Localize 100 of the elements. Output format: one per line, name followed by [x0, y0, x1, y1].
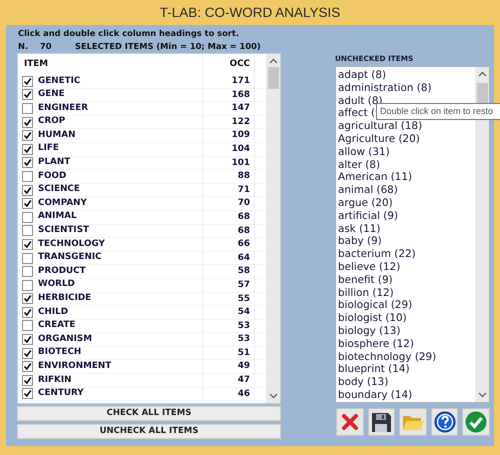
list-item[interactable]: baby (9)	[338, 235, 475, 248]
list-item[interactable]: artificial (9)	[338, 210, 475, 223]
table-cell: 47	[238, 375, 250, 386]
command-button[interactable]: UNCHECK ALL ITEMS	[17, 424, 281, 439]
table-cell-text: CHILD	[38, 306, 68, 319]
list-item[interactable]: alter (8)	[338, 158, 475, 172]
table-cell: 46	[238, 388, 250, 399]
table-cell-text: TRANSGENIC	[38, 251, 102, 264]
table-cell-text: GENETIC	[38, 74, 80, 88]
checkbox[interactable]	[22, 252, 33, 264]
table-cell: 71	[238, 184, 250, 195]
scroll-up-icon	[478, 71, 486, 77]
table-cell: 147	[232, 103, 250, 114]
scroll-down-icon	[268, 393, 278, 399]
list-item[interactable]: billion (12)	[338, 286, 475, 300]
delete-button[interactable]	[336, 408, 364, 436]
checkbox[interactable]	[22, 116, 33, 128]
table-cell: 68	[238, 226, 250, 236]
help-button[interactable]	[430, 408, 458, 436]
hint-text: Click and double click column headings to sort.	[17, 27, 240, 40]
table-cell: 49	[238, 361, 250, 372]
selected-items-caption: SELECTED ITEMS (Min = 10; Max = 100)	[75, 40, 261, 53]
table-cell: 104	[232, 144, 250, 154]
checkbox[interactable]	[22, 348, 33, 359]
save-button[interactable]	[368, 408, 396, 436]
scrollbar[interactable]	[266, 54, 280, 403]
list-item[interactable]: biological (29)	[338, 299, 475, 312]
list-item[interactable]: body (13)	[338, 376, 475, 389]
checkbox[interactable]	[22, 184, 33, 196]
list-item[interactable]: Agriculture (20)	[338, 132, 475, 146]
table-cell-text: SCIENCE	[38, 183, 80, 196]
checkbox[interactable]	[22, 157, 33, 168]
table-cell-text: ENGINEER	[38, 102, 88, 115]
checkbox[interactable]	[22, 170, 33, 182]
table-cell: 53	[238, 320, 250, 331]
list-item[interactable]: administration (8)	[338, 82, 475, 95]
table-cell-text: ENVIRONMENT	[38, 360, 112, 373]
table-cell: 58	[238, 266, 250, 276]
table-cell: 88	[238, 171, 250, 182]
list-item[interactable]: ask (11)	[338, 222, 475, 236]
table-cell: 53	[238, 334, 250, 344]
list-item[interactable]: adapt (8)	[338, 69, 475, 82]
scroll-thumb[interactable]	[476, 83, 488, 105]
checkbox[interactable]	[22, 102, 33, 114]
table-cell-text: WORLD	[38, 278, 75, 292]
help-icon	[434, 411, 456, 433]
checkbox[interactable]	[22, 388, 33, 400]
checkbox[interactable]	[22, 320, 33, 332]
table-cell: 171	[232, 76, 250, 86]
checkbox[interactable]	[22, 130, 33, 142]
list-item[interactable]: biologist (10)	[338, 312, 475, 325]
table-cell: 66	[238, 239, 250, 250]
column-header[interactable]: ITEM	[18, 54, 203, 75]
table-cell-text: PLANT	[38, 156, 70, 170]
checkbox[interactable]	[22, 266, 33, 278]
table-cell: 55	[238, 294, 250, 304]
list-item[interactable]: American (11)	[338, 171, 475, 184]
list-item[interactable]: benefit (9)	[338, 274, 475, 287]
checkbox[interactable]	[22, 374, 33, 386]
table-cell: 57	[238, 280, 250, 290]
list-item[interactable]: biotechnology (29)	[338, 350, 475, 364]
checkbox[interactable]	[22, 334, 33, 346]
list-item[interactable]: agricultural (18)	[338, 120, 475, 133]
table-cell-text: CENTURY	[38, 387, 84, 400]
list-item[interactable]: biosphere (12)	[338, 338, 475, 351]
scroll-up-icon	[268, 58, 278, 64]
table-cell-text: HERBICIDE	[38, 292, 92, 305]
list-item[interactable]: boundary (14)	[338, 388, 475, 402]
checkbox[interactable]	[22, 306, 33, 318]
command-button[interactable]: CHECK ALL ITEMS	[17, 406, 281, 421]
list-item[interactable]: argue (20)	[338, 196, 475, 210]
checkbox[interactable]	[22, 76, 33, 87]
list-item[interactable]: blueprint (14)	[338, 363, 475, 376]
checkbox[interactable]	[22, 198, 33, 210]
table-cell: 68	[238, 212, 250, 222]
list-item[interactable]: believe (12)	[338, 260, 475, 274]
checkbox[interactable]	[22, 144, 33, 155]
ok-button[interactable]	[462, 408, 490, 436]
checkbox[interactable]	[22, 361, 33, 372]
table-cell-text: ORGANISM	[38, 332, 92, 346]
checkbox[interactable]	[22, 225, 33, 236]
scroll-thumb[interactable]	[268, 67, 278, 89]
scroll-down-icon	[478, 392, 486, 398]
checkbox[interactable]	[22, 89, 33, 100]
table-cell: 168	[232, 90, 250, 100]
table-cell-text: GENE	[38, 88, 65, 102]
checkbox[interactable]	[22, 238, 33, 250]
table-cell: 101	[232, 158, 250, 168]
column-header[interactable]: OCC	[203, 54, 255, 75]
table-cell: 54	[238, 307, 250, 318]
tooltip: Double click on item to resto	[376, 103, 500, 120]
checkbox[interactable]	[22, 280, 33, 291]
table-cell-text: ANIMAL	[38, 210, 77, 224]
list-item[interactable]: animal (68)	[338, 184, 475, 197]
list-item[interactable]: bacterium (22)	[338, 248, 475, 261]
checkbox[interactable]	[22, 212, 33, 223]
table-cell: 51	[238, 348, 250, 358]
checkbox[interactable]	[22, 293, 33, 304]
list-item[interactable]: biology (13)	[338, 324, 475, 338]
list-item[interactable]: allow (31)	[338, 146, 475, 159]
